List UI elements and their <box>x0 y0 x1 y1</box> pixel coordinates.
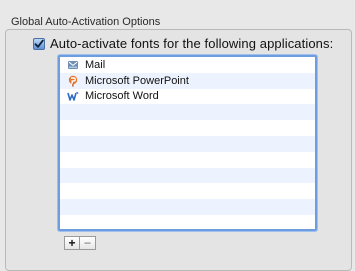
list-item[interactable]: Mail <box>60 57 315 73</box>
applications-list[interactable]: Mail Microsoft PowerPoint Microsoft Word <box>58 55 317 231</box>
auto-activate-row[interactable]: Auto-activate fonts for the following ap… <box>33 36 333 51</box>
app-name: Mail <box>85 58 106 71</box>
list-item <box>60 215 315 229</box>
list-item <box>60 167 315 184</box>
list-item <box>60 199 315 215</box>
group-title: Global Auto-Activation Options <box>11 16 161 28</box>
app-name: Microsoft PowerPoint <box>85 74 189 87</box>
list-item <box>60 104 315 121</box>
list-item <box>60 152 315 168</box>
powerpoint-icon <box>67 75 79 87</box>
list-item <box>60 120 315 136</box>
mail-icon <box>67 59 79 71</box>
list-item <box>60 183 315 199</box>
app-name: Microsoft Word <box>85 90 159 103</box>
auto-activate-label: Auto-activate fonts for the following ap… <box>50 36 334 51</box>
list-item[interactable]: Microsoft PowerPoint <box>60 72 315 89</box>
word-icon <box>67 90 79 102</box>
add-application-button[interactable]: + <box>64 236 80 250</box>
list-item <box>60 135 315 152</box>
list-item[interactable]: Microsoft Word <box>60 89 315 105</box>
remove-application-button[interactable]: − <box>80 236 96 250</box>
checkmark-icon <box>34 39 44 48</box>
auto-activate-checkbox[interactable] <box>33 37 45 50</box>
